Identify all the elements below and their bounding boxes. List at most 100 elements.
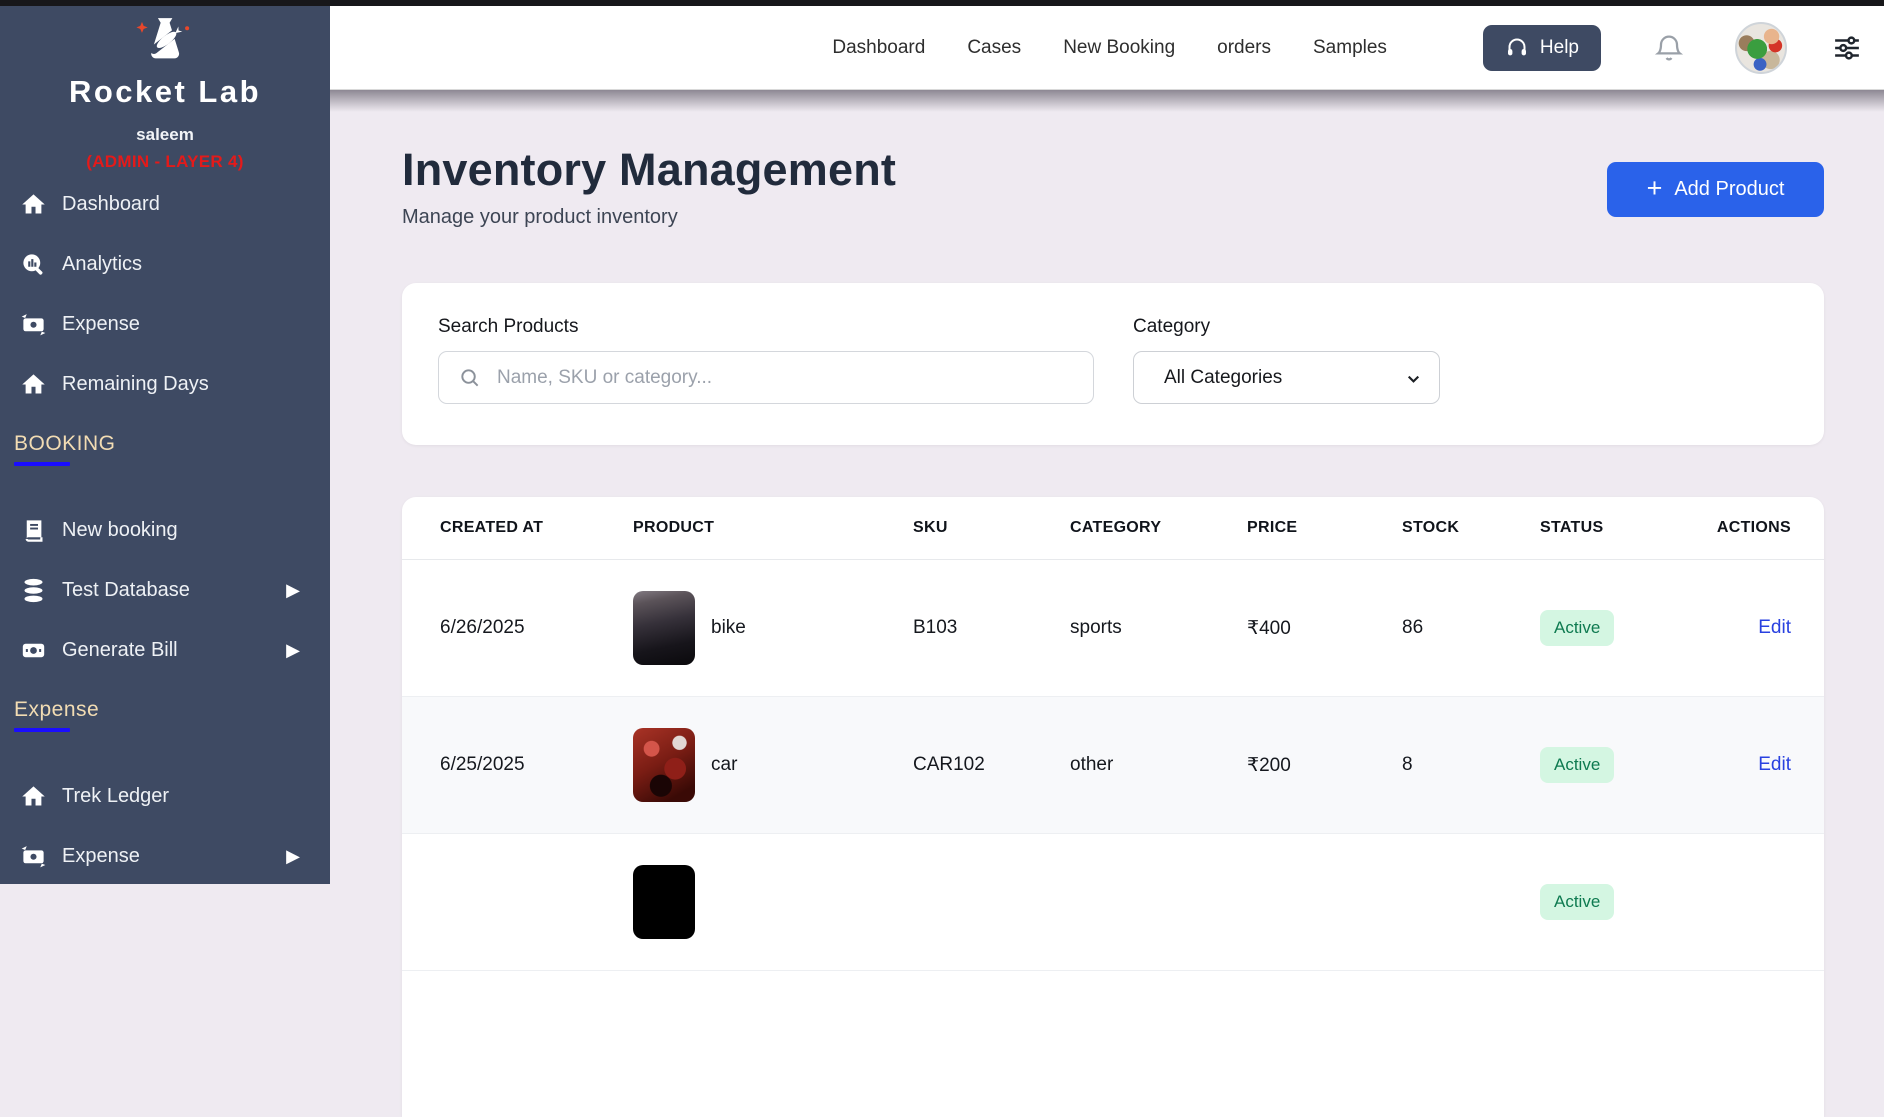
analytics-search-icon [20, 251, 47, 278]
home-icon [20, 783, 47, 810]
nav-links: Dashboard Cases New Booking orders Sampl… [832, 37, 1387, 59]
table-row: 6/25/2025 car CAR102 other ₹200 8 Active… [402, 697, 1824, 834]
col-header-category: CATEGORY [1070, 519, 1247, 537]
cell-product: bike [633, 591, 913, 665]
cell-status: Active [1540, 610, 1707, 646]
top-black-strip [0, 0, 1884, 6]
table-row: 6/26/2025 bike B103 sports ₹400 86 Activ… [402, 560, 1824, 697]
section-label: BOOKING [14, 432, 330, 456]
product-image [633, 591, 695, 665]
status-badge: Active [1540, 610, 1614, 646]
section-underline [14, 462, 70, 466]
sidebar-item-new-booking[interactable]: New booking [0, 510, 330, 550]
sidebar-item-analytics[interactable]: Analytics [0, 244, 330, 284]
database-icon [20, 577, 47, 604]
sidebar-item-label: Generate Bill [62, 639, 178, 662]
product-image [633, 865, 695, 939]
page-header: Inventory Management Manage your product… [402, 144, 896, 229]
cell-category: sports [1070, 617, 1247, 639]
sidebar-item-remaining-days[interactable]: Remaining Days [0, 364, 330, 404]
status-badge: Active [1540, 747, 1614, 783]
sidebar-item-label: Trek Ledger [62, 785, 169, 808]
filter-card: Search Products Category All Categories [402, 283, 1824, 445]
money-transfer-icon [20, 311, 47, 338]
cell-product-name: car [711, 754, 737, 776]
chevron-right-icon: ▶ [286, 641, 300, 659]
search-group: Search Products [438, 316, 1094, 445]
cell-stock: 8 [1402, 754, 1540, 776]
sidebar-item-label: Remaining Days [62, 373, 209, 396]
section-header-booking: BOOKING [0, 432, 330, 466]
money-transfer-icon [20, 843, 47, 870]
search-box [438, 351, 1094, 404]
home-icon [20, 371, 47, 398]
add-product-button[interactable]: + Add Product [1607, 162, 1824, 217]
cell-status: Active [1540, 747, 1707, 783]
home-icon [20, 191, 47, 218]
table-header-row: CREATED AT PRODUCT SKU CATEGORY PRICE ST… [402, 497, 1824, 560]
cell-stock: 86 [1402, 617, 1540, 639]
sidebar-item-label: Expense [62, 313, 140, 336]
app-name: Rocket Lab [0, 74, 330, 110]
nav-link-cases[interactable]: Cases [967, 37, 1021, 59]
sidebar-item-expense[interactable]: Expense [0, 304, 330, 344]
sidebar-item-label: Expense [62, 845, 140, 868]
section-underline [14, 728, 70, 732]
section-header-expense: Expense [0, 698, 330, 732]
products-table: CREATED AT PRODUCT SKU CATEGORY PRICE ST… [402, 497, 1824, 1117]
chevron-right-icon: ▶ [286, 581, 300, 599]
sidebar-item-test-database[interactable]: Test Database ▶ [0, 570, 330, 610]
cell-status: Active [1540, 884, 1707, 920]
book-icon [20, 517, 47, 544]
cell-created-at: 6/25/2025 [440, 754, 633, 776]
app-logo[interactable]: Rocket Lab [0, 14, 330, 110]
col-header-actions: ACTIONS [1707, 519, 1791, 537]
sidebar-item-generate-bill[interactable]: Generate Bill ▶ [0, 630, 330, 670]
nav-link-dashboard[interactable]: Dashboard [832, 37, 925, 59]
edit-link[interactable]: Edit [1758, 754, 1791, 775]
col-header-sku: SKU [913, 519, 1070, 537]
sidebar-item-label: Analytics [62, 253, 142, 276]
cell-sku: CAR102 [913, 754, 1070, 776]
page-subtitle: Manage your product inventory [402, 206, 896, 229]
main-content: Inventory Management Manage your product… [330, 90, 1884, 884]
chevron-down-icon [1402, 367, 1425, 390]
sidebar-item-dashboard[interactable]: Dashboard [0, 184, 330, 224]
nav-link-new-booking[interactable]: New Booking [1063, 37, 1175, 59]
category-label: Category [1133, 316, 1440, 338]
search-input[interactable] [439, 352, 1093, 403]
cell-created-at: 6/26/2025 [440, 617, 633, 639]
add-product-label: Add Product [1674, 178, 1784, 201]
sidebar-item-label: Test Database [62, 579, 190, 602]
page-title: Inventory Management [402, 144, 896, 196]
top-navbar: Dashboard Cases New Booking orders Sampl… [330, 6, 1884, 90]
cell-product: car [633, 728, 913, 802]
chevron-right-icon: ▶ [286, 847, 300, 865]
notification-bell-icon[interactable] [1653, 32, 1685, 64]
sidebar-item-expense-2[interactable]: Expense ▶ [0, 836, 330, 876]
nav-link-samples[interactable]: Samples [1313, 37, 1387, 59]
search-icon [458, 366, 481, 389]
sidebar-menu: Dashboard Analytics Expense Remaining Da… [0, 184, 330, 876]
help-label: Help [1540, 37, 1579, 59]
cell-sku: B103 [913, 617, 1070, 639]
user-name: saleem [0, 125, 330, 145]
product-image [633, 728, 695, 802]
user-avatar[interactable] [1735, 22, 1787, 74]
sidebar-item-trek-ledger[interactable]: Trek Ledger [0, 776, 330, 816]
filter-sliders-icon[interactable] [1832, 33, 1862, 63]
cell-actions: Edit [1707, 617, 1791, 639]
col-header-price: PRICE [1247, 519, 1402, 537]
cell-product [633, 865, 913, 939]
table-row: Active [402, 834, 1824, 971]
search-products-label: Search Products [438, 316, 1094, 338]
nav-link-orders[interactable]: orders [1217, 37, 1271, 59]
category-select[interactable]: All Categories [1133, 351, 1440, 404]
sidebar-item-label: New booking [62, 519, 178, 542]
sidebar: Rocket Lab saleem (ADMIN - LAYER 4) Dash… [0, 0, 330, 884]
edit-link[interactable]: Edit [1758, 617, 1791, 638]
help-button[interactable]: Help [1483, 25, 1601, 71]
headset-icon [1505, 36, 1529, 60]
cell-product-name: bike [711, 617, 746, 639]
cell-category: other [1070, 754, 1247, 776]
